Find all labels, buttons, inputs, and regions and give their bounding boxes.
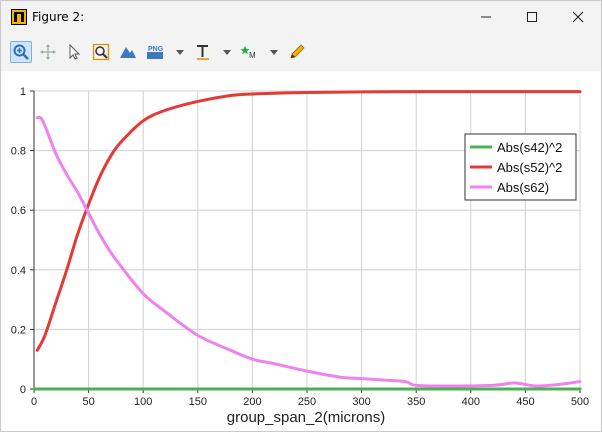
x-tick-label: 0 bbox=[31, 396, 37, 408]
x-tick-label: 300 bbox=[352, 396, 370, 408]
series-line-abs-s52-2 bbox=[35, 90, 582, 352]
close-icon bbox=[572, 11, 584, 23]
x-tick-label: 250 bbox=[298, 396, 316, 408]
text-tool-button[interactable] bbox=[192, 41, 214, 63]
svg-text:M: M bbox=[249, 51, 256, 60]
line-chart: 0 50 100 150 200 250 300 350 400 450 500 0 0.2 0.4 0.6… bbox=[11, 86, 589, 426]
text-icon bbox=[197, 45, 209, 60]
y-tick-label: 0 bbox=[20, 384, 26, 396]
x-tick-label: 500 bbox=[571, 396, 589, 408]
y-tick-label: 0.4 bbox=[11, 265, 26, 277]
maximize-button[interactable] bbox=[509, 1, 555, 33]
x-axis-label: group_span_2(microns) bbox=[227, 409, 385, 426]
chevron-down-icon bbox=[176, 50, 184, 55]
png-export-button[interactable]: PNG bbox=[145, 41, 167, 63]
minimize-button[interactable] bbox=[463, 1, 509, 33]
mountain-icon bbox=[120, 47, 136, 58]
plot-area[interactable]: 0 50 100 150 200 250 300 350 400 450 500 0 0.2 0.4 0.6… bbox=[1, 71, 601, 431]
zoom-tool-button[interactable] bbox=[10, 41, 32, 63]
maximize-icon bbox=[527, 12, 537, 22]
y-tick-label: 0.8 bbox=[11, 146, 26, 158]
zoom-box-tool-button[interactable] bbox=[90, 41, 112, 63]
select-icon bbox=[69, 43, 81, 60]
y-tick-label: 0.6 bbox=[11, 205, 26, 217]
pan-tool-button[interactable] bbox=[37, 41, 59, 63]
x-tick-label: 100 bbox=[134, 396, 152, 408]
app-icon bbox=[11, 9, 27, 25]
minimize-icon bbox=[481, 16, 491, 18]
legend-label: Abs(s62) bbox=[497, 180, 549, 195]
x-tick-label: 450 bbox=[516, 396, 534, 408]
mountain-tool-button[interactable] bbox=[117, 41, 139, 63]
png-export-icon: PNG bbox=[147, 46, 164, 59]
text-tool-dropdown[interactable] bbox=[221, 45, 233, 59]
title-bar[interactable]: Figure 2: bbox=[1, 1, 601, 33]
x-tick-label: 400 bbox=[462, 396, 480, 408]
zoom-box-icon bbox=[92, 43, 110, 61]
png-export-dropdown[interactable] bbox=[174, 45, 186, 59]
select-tool-button[interactable] bbox=[63, 41, 85, 63]
zoom-icon bbox=[13, 44, 29, 60]
marker-icon: M bbox=[240, 46, 256, 60]
pencil-icon bbox=[290, 44, 305, 59]
y-tick-label: 0.2 bbox=[11, 324, 26, 336]
close-button[interactable] bbox=[555, 1, 601, 33]
figure-window: Figure 2: PNG M 0 50 100 150 200 250 300… bbox=[0, 0, 602, 432]
window-title: Figure 2: bbox=[32, 10, 85, 24]
y-tick-label: 1 bbox=[20, 86, 26, 98]
legend: Abs(s42)^2 Abs(s52)^2 Abs(s62) bbox=[464, 133, 577, 201]
marker-tool-button[interactable]: M bbox=[239, 41, 261, 63]
x-tick-label: 200 bbox=[243, 396, 261, 408]
x-tick-label: 50 bbox=[82, 396, 94, 408]
pencil-tool-button[interactable] bbox=[286, 41, 308, 63]
legend-label: Abs(s42)^2 bbox=[497, 140, 562, 155]
x-tick-label: 350 bbox=[407, 396, 425, 408]
chevron-down-icon bbox=[270, 50, 278, 55]
toolbar: PNG M bbox=[1, 33, 601, 71]
pan-icon bbox=[40, 44, 56, 60]
svg-text:PNG: PNG bbox=[148, 46, 164, 53]
x-tick-label: 150 bbox=[189, 396, 207, 408]
legend-label: Abs(s52)^2 bbox=[497, 160, 562, 175]
chevron-down-icon bbox=[223, 50, 231, 55]
marker-tool-dropdown[interactable] bbox=[268, 45, 280, 59]
